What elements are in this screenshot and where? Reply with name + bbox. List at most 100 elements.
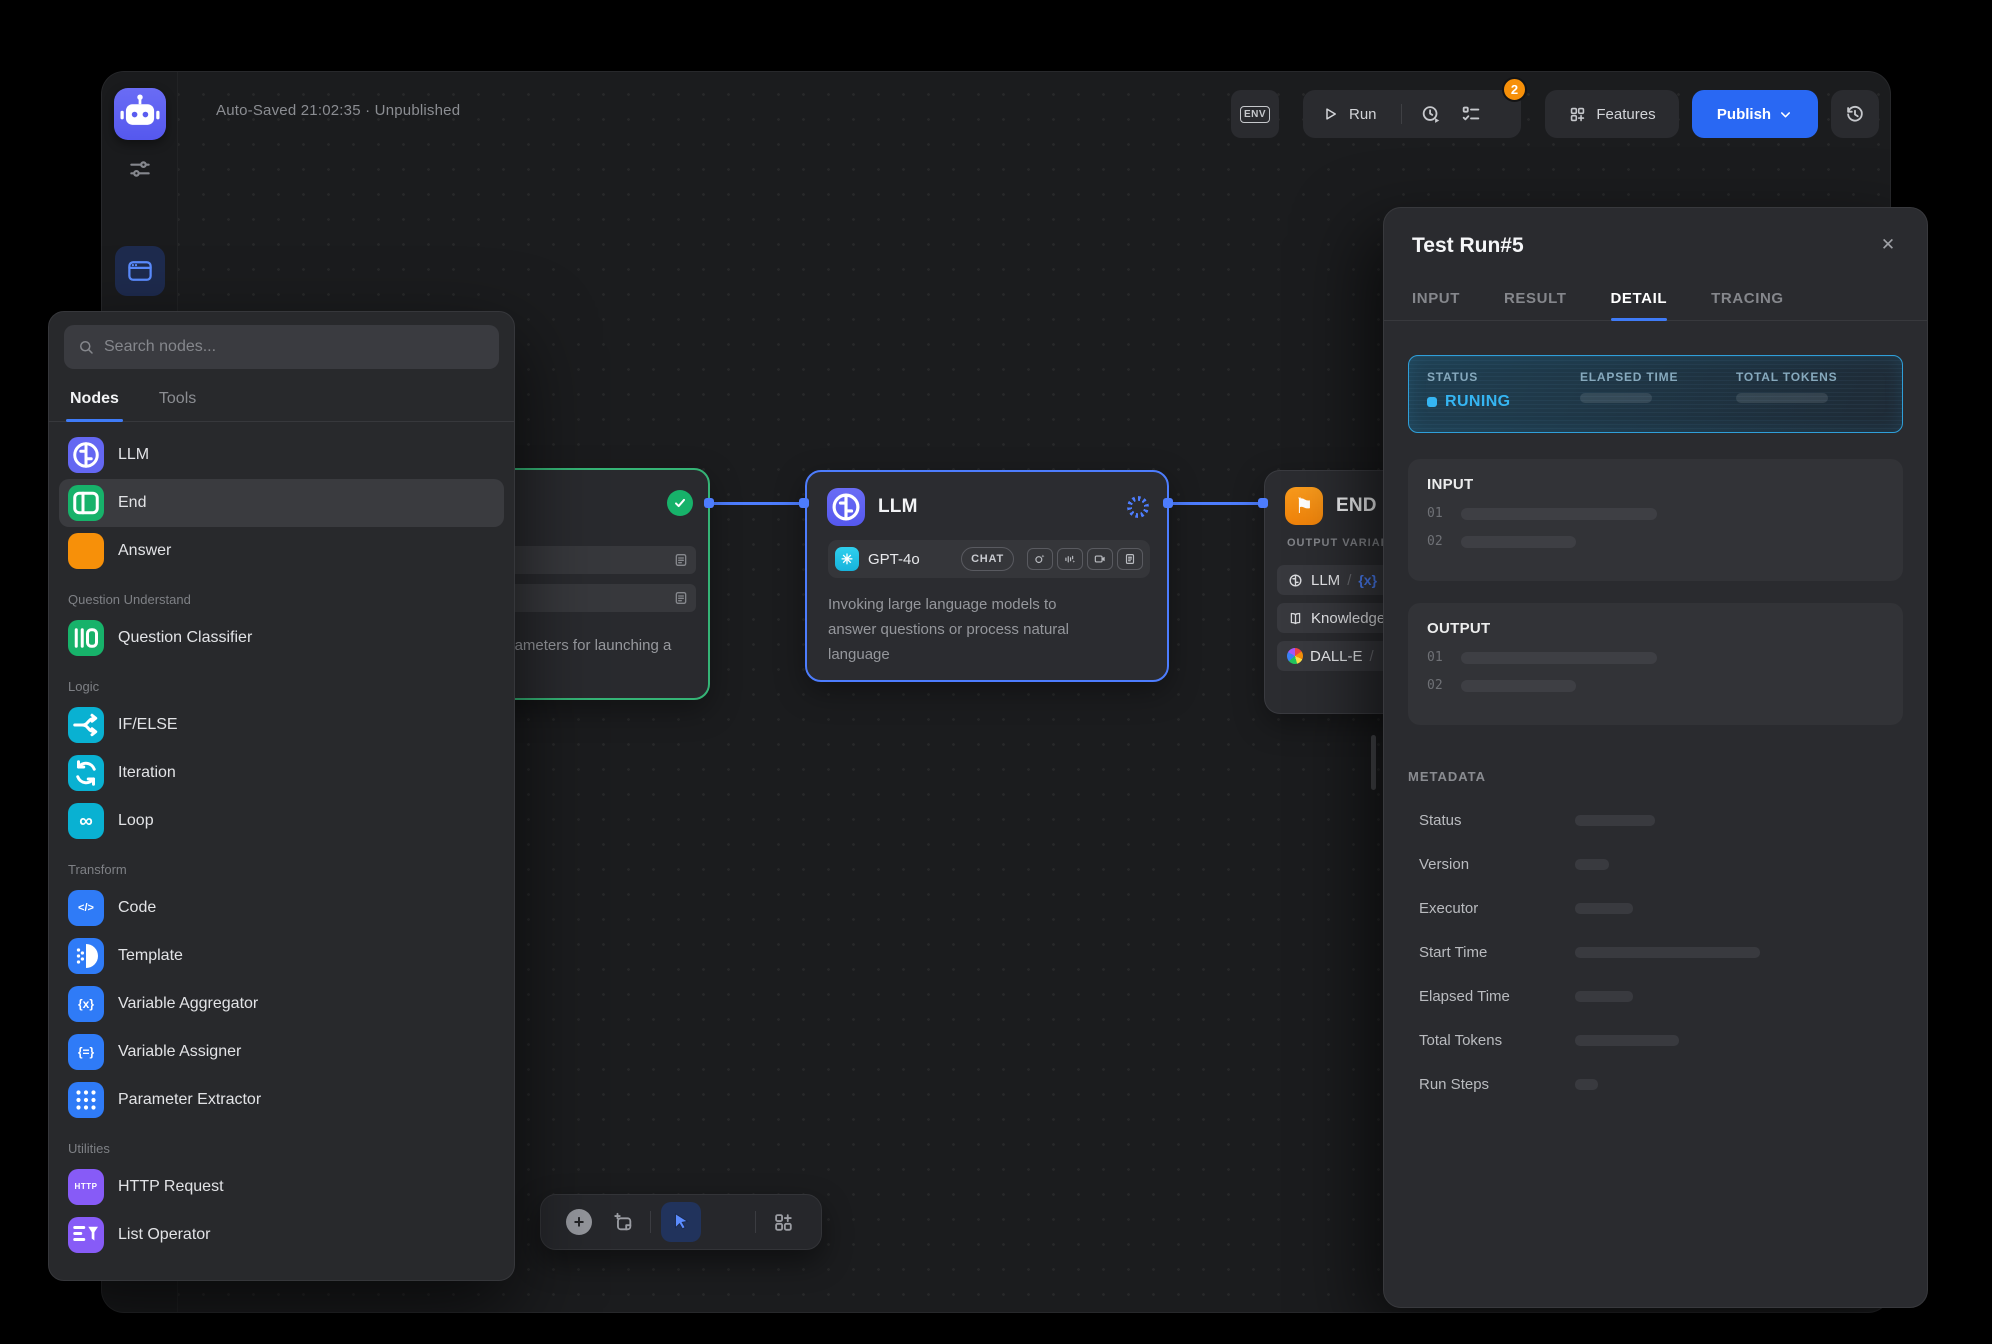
tab-tools[interactable]: Tools <box>157 381 198 421</box>
iteration-icon <box>68 755 104 791</box>
publish-button[interactable]: Publish <box>1692 90 1818 138</box>
env-button[interactable]: ENV <box>1231 90 1279 138</box>
model-name: GPT-4o <box>868 551 952 568</box>
elapsed-time-label: ELAPSED TIME <box>1580 370 1678 384</box>
node-picker-panel: Nodes Tools LLMEndAnswerQuestion Underst… <box>48 311 515 1281</box>
brain-icon <box>68 437 104 473</box>
node-item-label: Loop <box>118 812 154 830</box>
node-item-if-else[interactable]: IF/ELSE <box>59 701 504 749</box>
node-item-label: Code <box>118 899 156 917</box>
skeleton-bar <box>1575 815 1655 826</box>
llm-node-title: LLM <box>878 496 918 518</box>
var-label: Knowledge <box>1311 610 1385 627</box>
tab-nodes[interactable]: Nodes <box>68 381 121 421</box>
metadata-label: Elapsed Time <box>1419 988 1575 1005</box>
node-item-answer[interactable]: Answer <box>59 527 504 575</box>
node-item-variable-aggregator[interactable]: {x}Variable Aggregator <box>59 980 504 1028</box>
hand-tool-button[interactable] <box>711 1205 745 1239</box>
add-note-button[interactable] <box>606 1205 640 1239</box>
play-icon[interactable] <box>1321 105 1339 123</box>
checklist-count-badge: 2 <box>1502 77 1527 102</box>
metadata-row-run-steps: Run Steps <box>1384 1062 1927 1106</box>
node-panel-tabs: Nodes Tools <box>49 373 514 422</box>
panel-resize-handle[interactable] <box>1371 735 1376 790</box>
node-item-question-classifier[interactable]: Question Classifier <box>59 614 504 662</box>
port-llm-in[interactable] <box>799 498 809 508</box>
port-end-in[interactable] <box>1258 498 1268 508</box>
test-run-tab-tracing[interactable]: TRACING <box>1711 280 1784 320</box>
loading-spinner-icon <box>1127 496 1149 518</box>
version-history-button[interactable] <box>1831 90 1879 138</box>
section-title-utilities: Utilities <box>68 1141 495 1156</box>
app-logo-robot-icon[interactable] <box>114 88 166 140</box>
node-item-variable-assigner[interactable]: {=}Variable Assigner <box>59 1028 504 1076</box>
add-node-button[interactable]: + <box>562 1205 596 1239</box>
node-item-template[interactable]: Template <box>59 932 504 980</box>
node-item-http-request[interactable]: HTTP HTTP Request <box>59 1163 504 1211</box>
metadata-row-start-time: Start Time <box>1384 930 1927 974</box>
workflow-window-icon[interactable] <box>115 246 165 296</box>
status-label: STATUS <box>1427 370 1511 384</box>
history-icon <box>1844 103 1866 125</box>
pointer-tool-button[interactable] <box>661 1202 701 1242</box>
output-title: OUTPUT <box>1427 620 1884 637</box>
node-item-label: List Operator <box>118 1226 210 1244</box>
metadata-row-total-tokens: Total Tokens <box>1384 1018 1927 1062</box>
test-run-tab-detail[interactable]: DETAIL <box>1611 280 1668 320</box>
node-item-label: Answer <box>118 542 171 560</box>
skeleton-bar <box>1736 393 1828 403</box>
line-number: 01 <box>1427 650 1443 665</box>
run-history-clock-icon[interactable] <box>1420 103 1442 125</box>
doc-icon <box>1117 548 1143 570</box>
var-ref: {x} <box>1358 572 1377 588</box>
node-item-label: End <box>118 494 146 512</box>
preferences-sliders-icon[interactable] <box>127 156 153 182</box>
success-check-icon <box>667 490 693 516</box>
http-icon: HTTP <box>68 1169 104 1205</box>
node-search[interactable] <box>64 325 499 369</box>
close-icon[interactable]: ✕ <box>1877 234 1899 256</box>
node-item-label: Question Classifier <box>118 629 252 647</box>
skeleton-bar <box>1461 508 1657 520</box>
end-icon <box>68 485 104 521</box>
features-button[interactable]: Features <box>1545 90 1679 138</box>
var-label: DALL-E <box>1310 648 1363 665</box>
io-row: 01 <box>1427 650 1884 665</box>
end-node-title: END <box>1336 495 1377 517</box>
section-title-logic: Logic <box>68 679 495 694</box>
node-item-loop[interactable]: ∞ Loop <box>59 797 504 845</box>
classifier-icon <box>68 620 104 656</box>
loop-icon: ∞ <box>68 803 104 839</box>
metadata-label: Executor <box>1419 900 1575 917</box>
metadata-row-elapsed-time: Elapsed Time <box>1384 974 1927 1018</box>
var-label: LLM <box>1311 572 1340 589</box>
var-assigner-icon: {=} <box>68 1034 104 1070</box>
port-start-out[interactable] <box>704 498 714 508</box>
search-input[interactable] <box>104 338 486 356</box>
io-row: 01 <box>1427 506 1884 521</box>
node-item-label: Template <box>118 947 183 965</box>
line-number: 02 <box>1427 678 1443 693</box>
node-item-label: HTTP Request <box>118 1178 224 1196</box>
node-item-list-operator[interactable]: List Operator <box>59 1211 504 1259</box>
node-item-code[interactable]: </>Code <box>59 884 504 932</box>
model-selector[interactable]: ✳ GPT-4o CHAT <box>828 540 1150 578</box>
plus-circle-icon: + <box>566 1209 592 1235</box>
llm-node[interactable]: LLM ✳ GPT-4o CHAT Invoking large languag… <box>805 470 1169 682</box>
edge-llm-end <box>1169 502 1264 505</box>
metadata-label: Total Tokens <box>1419 1032 1575 1049</box>
skeleton-bar <box>1580 393 1652 403</box>
organize-nodes-button[interactable] <box>766 1205 800 1239</box>
node-item-end[interactable]: End <box>59 479 504 527</box>
run-button[interactable]: Run <box>1349 106 1377 123</box>
checklist-icon[interactable] <box>1460 103 1482 125</box>
metadata-row-status: Status <box>1384 798 1927 842</box>
test-run-tab-input[interactable]: INPUT <box>1412 280 1460 320</box>
test-run-tab-result[interactable]: RESULT <box>1504 280 1567 320</box>
skeleton-bar <box>1575 903 1633 914</box>
node-item-iteration[interactable]: Iteration <box>59 749 504 797</box>
node-item-parameter-extractor[interactable]: Parameter Extractor <box>59 1076 504 1124</box>
output-card: OUTPUT 01 02 <box>1408 603 1903 725</box>
port-llm-out[interactable] <box>1163 498 1173 508</box>
node-item-llm[interactable]: LLM <box>59 431 504 479</box>
